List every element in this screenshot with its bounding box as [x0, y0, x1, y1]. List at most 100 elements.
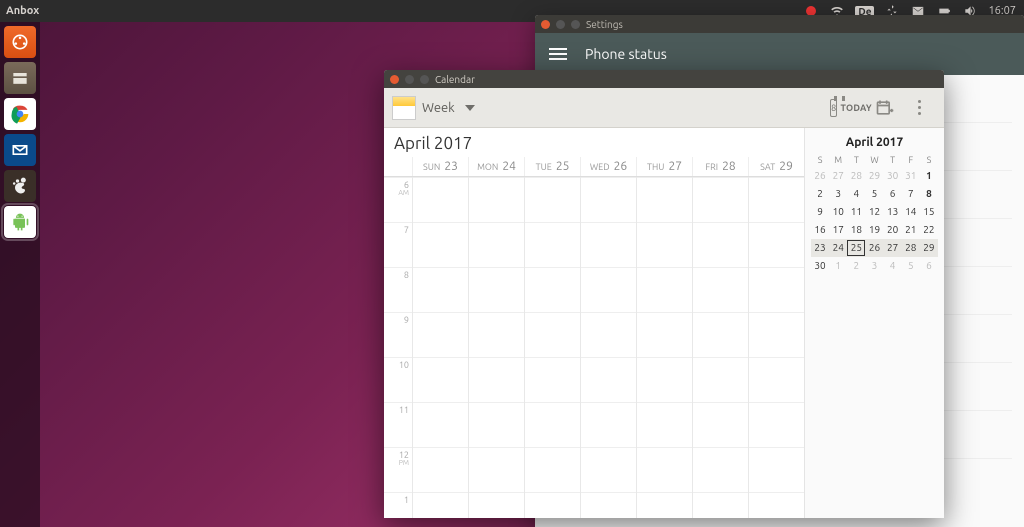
settings-header: Phone status: [535, 33, 1024, 75]
mini-cal-day[interactable]: 4: [884, 257, 902, 275]
week-grid[interactable]: 6AM789101112PM123: [384, 177, 804, 518]
calendar-main: April 2017 SUN 23MON 24TUE 25WED 26THU 2…: [384, 128, 804, 518]
close-icon[interactable]: [390, 75, 399, 84]
close-icon[interactable]: [541, 20, 550, 29]
mini-cal-day[interactable]: 23: [811, 239, 829, 257]
minimize-icon[interactable]: [556, 20, 565, 29]
day-headers: SUN 23MON 24TUE 25WED 26THU 27FRI 28SAT …: [384, 157, 804, 177]
mini-cal-day[interactable]: 5: [902, 257, 920, 275]
calendar-icon: [392, 96, 416, 120]
mini-cal-day[interactable]: 30: [811, 257, 829, 275]
mini-cal-table: SMTWTFS 26272829303112345678910111213141…: [811, 153, 938, 275]
mini-cal-day[interactable]: 10: [829, 203, 847, 221]
month-label: April 2017: [384, 128, 804, 157]
launcher-anbox[interactable]: [4, 206, 36, 238]
mini-cal-day[interactable]: 26: [811, 167, 829, 185]
settings-titlebar-label: Settings: [586, 19, 623, 30]
mini-cal-day[interactable]: 21: [902, 221, 920, 239]
day-header[interactable]: TUE 25: [524, 157, 580, 176]
maximize-icon[interactable]: [571, 20, 580, 29]
mini-cal-day[interactable]: 3: [865, 257, 883, 275]
overflow-button[interactable]: [902, 93, 936, 123]
settings-header-title: Phone status: [585, 46, 667, 62]
hour-label: 10: [384, 357, 412, 402]
calendar-titlebar[interactable]: Calendar: [384, 70, 944, 88]
minimize-icon[interactable]: [405, 75, 414, 84]
mini-cal-day[interactable]: 22: [920, 221, 938, 239]
mini-cal-day[interactable]: 24: [829, 239, 847, 257]
mini-cal-day[interactable]: 29: [920, 239, 938, 257]
mini-cal-day[interactable]: 28: [847, 167, 865, 185]
hour-label: 8: [384, 267, 412, 312]
launcher-thunderbird[interactable]: [4, 134, 36, 166]
mini-cal-day[interactable]: 7: [902, 185, 920, 203]
mini-cal-day[interactable]: 9: [811, 203, 829, 221]
mini-cal-day[interactable]: 28: [902, 239, 920, 257]
day-columns: [412, 177, 804, 518]
hour-label: 1: [384, 492, 412, 518]
mini-cal-day[interactable]: 30: [884, 167, 902, 185]
maximize-icon[interactable]: [420, 75, 429, 84]
mini-cal-day[interactable]: 29: [865, 167, 883, 185]
day-column[interactable]: [692, 177, 748, 518]
mini-cal-day[interactable]: 27: [884, 239, 902, 257]
mini-cal-day[interactable]: 1: [829, 257, 847, 275]
day-column[interactable]: [468, 177, 524, 518]
mini-cal-day[interactable]: 25: [847, 239, 865, 257]
day-header[interactable]: SUN 23: [412, 157, 468, 176]
day-header[interactable]: FRI 28: [692, 157, 748, 176]
mini-cal-day[interactable]: 6: [884, 185, 902, 203]
today-button[interactable]: 8 TODAY: [834, 93, 868, 123]
mini-cal-day[interactable]: 3: [829, 185, 847, 203]
day-header[interactable]: WED 26: [580, 157, 636, 176]
mini-cal-day[interactable]: 18: [847, 221, 865, 239]
mini-cal-day[interactable]: 11: [847, 203, 865, 221]
mini-cal-day[interactable]: 26: [865, 239, 883, 257]
mini-cal-day[interactable]: 5: [865, 185, 883, 203]
calendar-window: Calendar Week 8 TODAY April 2017 SUN 23M…: [384, 70, 944, 518]
mini-cal-day[interactable]: 4: [847, 185, 865, 203]
mini-cal-day[interactable]: 12: [865, 203, 883, 221]
menu-icon[interactable]: [549, 48, 567, 60]
mini-cal-day[interactable]: 19: [865, 221, 883, 239]
more-icon: [918, 100, 921, 115]
mini-cal-day[interactable]: 8: [920, 185, 938, 203]
mini-cal-day[interactable]: 13: [884, 203, 902, 221]
dropdown-icon: [465, 105, 475, 111]
mini-cal-row: 30123456: [811, 257, 938, 275]
mini-cal-day[interactable]: 2: [847, 257, 865, 275]
mini-cal-day[interactable]: 14: [902, 203, 920, 221]
new-event-button[interactable]: [868, 93, 902, 123]
mini-cal-day[interactable]: 1: [920, 167, 938, 185]
hour-gutter: 6AM789101112PM123: [384, 177, 412, 518]
launcher-gnome[interactable]: [4, 170, 36, 202]
mini-cal-dow: SMTWTFS: [811, 153, 938, 167]
day-column[interactable]: [412, 177, 468, 518]
settings-titlebar[interactable]: Settings: [535, 15, 1024, 33]
calendar-titlebar-label: Calendar: [435, 74, 475, 85]
launcher-chrome[interactable]: [4, 98, 36, 130]
mini-cal-day[interactable]: 17: [829, 221, 847, 239]
mini-cal-day[interactable]: 31: [902, 167, 920, 185]
mini-cal-day[interactable]: 6: [920, 257, 938, 275]
mini-cal-title: April 2017: [811, 136, 938, 149]
mini-cal-day[interactable]: 16: [811, 221, 829, 239]
day-header[interactable]: SAT 29: [748, 157, 804, 176]
mini-cal-day[interactable]: 20: [884, 221, 902, 239]
view-selector[interactable]: Week: [392, 96, 475, 120]
hour-label: 7: [384, 222, 412, 267]
hour-label: 6AM: [384, 177, 412, 222]
mini-cal-day[interactable]: 27: [829, 167, 847, 185]
day-column[interactable]: [580, 177, 636, 518]
day-header[interactable]: MON 24: [468, 157, 524, 176]
mini-cal-day[interactable]: 15: [920, 203, 938, 221]
hour-label: 11: [384, 402, 412, 447]
mini-cal-row: 16171819202122: [811, 221, 938, 239]
day-column[interactable]: [524, 177, 580, 518]
day-header[interactable]: THU 27: [636, 157, 692, 176]
launcher-files[interactable]: [4, 62, 36, 94]
mini-cal-day[interactable]: 2: [811, 185, 829, 203]
day-column[interactable]: [636, 177, 692, 518]
day-column[interactable]: [748, 177, 804, 518]
launcher-dash[interactable]: [4, 26, 36, 58]
